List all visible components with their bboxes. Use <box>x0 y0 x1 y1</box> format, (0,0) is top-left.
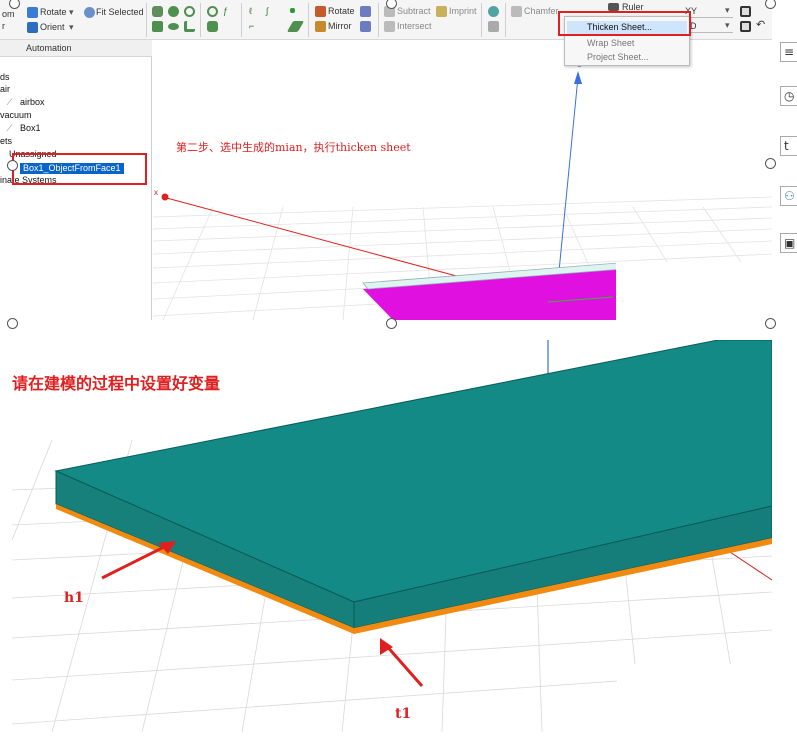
highlight-box <box>558 11 691 36</box>
t1-arrow <box>383 643 424 687</box>
h1-arrow <box>101 542 171 580</box>
t1-label: t1 <box>395 706 412 722</box>
sweep-icon[interactable] <box>488 6 499 17</box>
ellipse-icon[interactable] <box>168 23 179 30</box>
ribbon-r-text: r <box>2 21 5 31</box>
zoom-icon <box>84 7 95 18</box>
spline-icon[interactable]: ℓ <box>249 6 252 17</box>
rotate-icon <box>27 7 38 18</box>
occluding-overlay <box>617 664 772 732</box>
grid-icon[interactable] <box>740 6 751 17</box>
ribbon-separator <box>146 3 147 37</box>
save-icon[interactable]: ▣ <box>780 233 797 253</box>
resize-handle[interactable] <box>7 318 18 329</box>
ruler-icon <box>608 3 619 11</box>
chamfer-icon <box>511 6 522 17</box>
point-icon[interactable] <box>290 8 295 13</box>
resize-handle[interactable] <box>386 318 397 329</box>
model-tree: ds air ⁄ airbox vacuum ⁄ Box1 ets Unassi… <box>0 57 152 320</box>
arc-icon[interactable]: ∫ <box>266 6 268 17</box>
menu-item-wrap-sheet[interactable]: Wrap Sheet <box>587 38 634 48</box>
intersect-button[interactable]: Intersect <box>397 21 432 32</box>
chamfer-button[interactable]: Chamfer <box>524 6 559 17</box>
orient-dropdown-icon[interactable]: ▾ <box>69 22 74 33</box>
object-icon: ⁄ <box>9 123 11 133</box>
x-axis-tip <box>161 193 169 201</box>
line-icon[interactable]: ⌐ <box>249 21 254 32</box>
screenshot-step2: om r Rotate ▾ Orient ▾ Fit Selected ƒ ℓ … <box>0 0 797 320</box>
history-icon[interactable]: ◷ <box>780 86 797 106</box>
resize-handle[interactable] <box>765 158 776 169</box>
properties-icon[interactable]: ≡ <box>780 42 797 62</box>
rotate-dropdown-icon[interactable]: ▾ <box>69 7 74 18</box>
sphere-icon[interactable] <box>168 6 179 17</box>
coordinate-system-icon[interactable] <box>740 21 751 32</box>
ribbon-separator <box>308 3 309 37</box>
screenshot-variables: 请在建模的过程中设置好变量 h1 t1 <box>12 340 772 732</box>
highlight-box <box>12 153 147 185</box>
mirror-button[interactable]: Mirror <box>328 21 352 32</box>
polyline-icon[interactable] <box>184 21 195 32</box>
split-icon[interactable] <box>488 21 499 32</box>
torus-icon[interactable] <box>184 6 195 17</box>
subtract-button[interactable]: Subtract <box>397 6 431 17</box>
ribbon-om-text: om <box>2 9 15 19</box>
orient-icon <box>27 22 38 33</box>
tree-item[interactable]: vacuum <box>0 110 32 120</box>
right-toolbar: ≡ ◷ t ⚇ ▣ <box>772 0 797 320</box>
ribbon-separator <box>378 3 379 37</box>
x-axis-label: x <box>154 188 158 197</box>
menu-item-project-sheet[interactable]: Project Sheet... <box>587 52 649 62</box>
tree-item[interactable]: ds <box>0 72 10 82</box>
plane-dropdown-icon[interactable]: ▾ <box>725 5 730 16</box>
imprint-icon <box>436 6 447 17</box>
ribbon-separator <box>200 3 201 37</box>
intersect-icon <box>384 21 395 32</box>
circle-icon[interactable] <box>207 6 218 17</box>
ribbon-separator <box>481 3 482 37</box>
occluding-overlay <box>616 262 772 320</box>
pattern-icon[interactable] <box>360 21 371 32</box>
imprint-button[interactable]: Imprint <box>449 6 477 17</box>
box-icon[interactable] <box>152 21 163 32</box>
equation-icon[interactable]: ƒ <box>223 6 228 17</box>
step2-annotation: 第二步、选中生成的mian，执行thicken sheet <box>176 141 411 154</box>
fit-selected-button[interactable]: Fit Selected <box>96 7 144 18</box>
object-icon: ⁄ <box>9 97 11 107</box>
tree-item[interactable]: airbox <box>20 97 45 107</box>
automation-bar: Automation <box>0 40 152 57</box>
ribbon-separator <box>241 3 242 37</box>
cylinder-icon[interactable] <box>152 6 163 17</box>
mirror-icon <box>315 21 326 32</box>
tree-item[interactable]: air <box>0 84 10 94</box>
polygon-icon[interactable] <box>207 21 218 32</box>
text-icon[interactable]: t <box>780 136 797 156</box>
tree-item[interactable]: Box1 <box>20 123 41 133</box>
plane-icon[interactable] <box>286 21 305 32</box>
duplicate-icon[interactable] <box>360 6 371 17</box>
rotate-button[interactable]: Rotate <box>40 7 67 18</box>
automation-label[interactable]: Automation <box>26 43 72 53</box>
tree-item[interactable]: ets <box>0 136 12 146</box>
orient-button[interactable]: Orient <box>40 22 65 33</box>
ribbon-separator <box>505 3 506 37</box>
measure-icon[interactable]: ↶ <box>756 20 765 31</box>
resize-handle[interactable] <box>765 318 776 329</box>
link-icon[interactable]: ⚇ <box>780 186 797 206</box>
resize-handle[interactable] <box>7 160 18 171</box>
rotate2-button[interactable]: Rotate <box>328 6 355 17</box>
z-axis-arrow <box>574 71 582 84</box>
view-mode-dropdown-icon[interactable]: ▾ <box>725 20 730 31</box>
h1-label: h1 <box>64 590 84 606</box>
rotate2-icon <box>315 6 326 17</box>
variables-annotation: 请在建模的过程中设置好变量 <box>12 374 221 393</box>
